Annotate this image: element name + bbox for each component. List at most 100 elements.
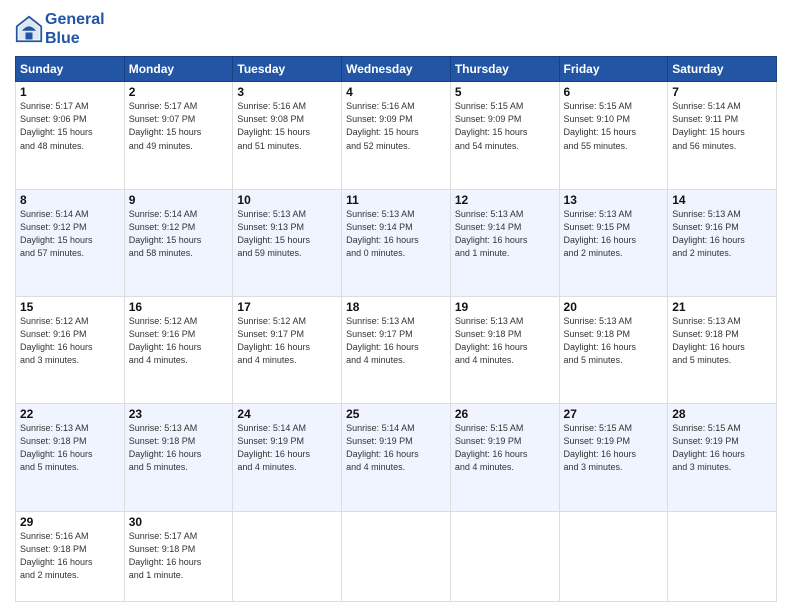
logo-text: General Blue (45, 10, 105, 48)
day-info: Sunrise: 5:12 AM Sunset: 9:17 PM Dayligh… (237, 315, 337, 367)
day-info: Sunrise: 5:13 AM Sunset: 9:18 PM Dayligh… (129, 422, 229, 474)
day-number: 9 (129, 193, 229, 207)
calendar-cell: 23Sunrise: 5:13 AM Sunset: 9:18 PM Dayli… (124, 404, 233, 511)
day-number: 20 (564, 300, 664, 314)
day-number: 8 (20, 193, 120, 207)
calendar-cell: 24Sunrise: 5:14 AM Sunset: 9:19 PM Dayli… (233, 404, 342, 511)
calendar-cell: 18Sunrise: 5:13 AM Sunset: 9:17 PM Dayli… (342, 296, 451, 403)
calendar-week-row: 22Sunrise: 5:13 AM Sunset: 9:18 PM Dayli… (16, 404, 777, 511)
calendar-cell: 14Sunrise: 5:13 AM Sunset: 9:16 PM Dayli… (668, 189, 777, 296)
calendar-cell (450, 511, 559, 602)
day-number: 17 (237, 300, 337, 314)
day-info: Sunrise: 5:13 AM Sunset: 9:18 PM Dayligh… (20, 422, 120, 474)
day-info: Sunrise: 5:13 AM Sunset: 9:14 PM Dayligh… (455, 208, 555, 260)
calendar-cell: 28Sunrise: 5:15 AM Sunset: 9:19 PM Dayli… (668, 404, 777, 511)
day-number: 10 (237, 193, 337, 207)
day-number: 5 (455, 85, 555, 99)
calendar-cell: 26Sunrise: 5:15 AM Sunset: 9:19 PM Dayli… (450, 404, 559, 511)
day-number: 27 (564, 407, 664, 421)
day-info: Sunrise: 5:13 AM Sunset: 9:18 PM Dayligh… (455, 315, 555, 367)
calendar-week-row: 15Sunrise: 5:12 AM Sunset: 9:16 PM Dayli… (16, 296, 777, 403)
calendar-cell: 5Sunrise: 5:15 AM Sunset: 9:09 PM Daylig… (450, 82, 559, 189)
weekday-header-sunday: Sunday (16, 57, 125, 82)
day-info: Sunrise: 5:16 AM Sunset: 9:09 PM Dayligh… (346, 100, 446, 152)
day-info: Sunrise: 5:15 AM Sunset: 9:19 PM Dayligh… (672, 422, 772, 474)
day-number: 14 (672, 193, 772, 207)
weekday-header-friday: Friday (559, 57, 668, 82)
day-info: Sunrise: 5:15 AM Sunset: 9:10 PM Dayligh… (564, 100, 664, 152)
calendar-cell: 12Sunrise: 5:13 AM Sunset: 9:14 PM Dayli… (450, 189, 559, 296)
day-info: Sunrise: 5:15 AM Sunset: 9:09 PM Dayligh… (455, 100, 555, 152)
day-info: Sunrise: 5:13 AM Sunset: 9:17 PM Dayligh… (346, 315, 446, 367)
calendar-cell: 2Sunrise: 5:17 AM Sunset: 9:07 PM Daylig… (124, 82, 233, 189)
day-number: 26 (455, 407, 555, 421)
day-number: 12 (455, 193, 555, 207)
day-number: 15 (20, 300, 120, 314)
calendar-week-row: 29Sunrise: 5:16 AM Sunset: 9:18 PM Dayli… (16, 511, 777, 602)
day-number: 23 (129, 407, 229, 421)
day-info: Sunrise: 5:14 AM Sunset: 9:12 PM Dayligh… (129, 208, 229, 260)
day-number: 22 (20, 407, 120, 421)
day-info: Sunrise: 5:13 AM Sunset: 9:16 PM Dayligh… (672, 208, 772, 260)
day-info: Sunrise: 5:13 AM Sunset: 9:14 PM Dayligh… (346, 208, 446, 260)
day-info: Sunrise: 5:14 AM Sunset: 9:19 PM Dayligh… (346, 422, 446, 474)
calendar-cell: 30Sunrise: 5:17 AM Sunset: 9:18 PM Dayli… (124, 511, 233, 602)
day-number: 6 (564, 85, 664, 99)
day-info: Sunrise: 5:13 AM Sunset: 9:13 PM Dayligh… (237, 208, 337, 260)
day-number: 30 (129, 515, 229, 529)
calendar-cell: 7Sunrise: 5:14 AM Sunset: 9:11 PM Daylig… (668, 82, 777, 189)
calendar-cell: 21Sunrise: 5:13 AM Sunset: 9:18 PM Dayli… (668, 296, 777, 403)
weekday-header-monday: Monday (124, 57, 233, 82)
day-info: Sunrise: 5:13 AM Sunset: 9:18 PM Dayligh… (564, 315, 664, 367)
calendar-cell: 22Sunrise: 5:13 AM Sunset: 9:18 PM Dayli… (16, 404, 125, 511)
weekday-header-wednesday: Wednesday (342, 57, 451, 82)
day-info: Sunrise: 5:13 AM Sunset: 9:18 PM Dayligh… (672, 315, 772, 367)
calendar-cell (668, 511, 777, 602)
weekday-header-saturday: Saturday (668, 57, 777, 82)
calendar-cell: 17Sunrise: 5:12 AM Sunset: 9:17 PM Dayli… (233, 296, 342, 403)
calendar-cell: 6Sunrise: 5:15 AM Sunset: 9:10 PM Daylig… (559, 82, 668, 189)
calendar-cell: 4Sunrise: 5:16 AM Sunset: 9:09 PM Daylig… (342, 82, 451, 189)
day-number: 16 (129, 300, 229, 314)
logo: General Blue (15, 10, 105, 48)
day-number: 4 (346, 85, 446, 99)
day-info: Sunrise: 5:12 AM Sunset: 9:16 PM Dayligh… (20, 315, 120, 367)
day-info: Sunrise: 5:15 AM Sunset: 9:19 PM Dayligh… (564, 422, 664, 474)
calendar-cell (233, 511, 342, 602)
calendar-cell: 15Sunrise: 5:12 AM Sunset: 9:16 PM Dayli… (16, 296, 125, 403)
day-number: 11 (346, 193, 446, 207)
day-number: 1 (20, 85, 120, 99)
day-number: 13 (564, 193, 664, 207)
calendar-cell: 25Sunrise: 5:14 AM Sunset: 9:19 PM Dayli… (342, 404, 451, 511)
calendar-cell: 3Sunrise: 5:16 AM Sunset: 9:08 PM Daylig… (233, 82, 342, 189)
calendar-table: SundayMondayTuesdayWednesdayThursdayFrid… (15, 56, 777, 602)
day-info: Sunrise: 5:17 AM Sunset: 9:07 PM Dayligh… (129, 100, 229, 152)
calendar-cell: 9Sunrise: 5:14 AM Sunset: 9:12 PM Daylig… (124, 189, 233, 296)
calendar-cell: 19Sunrise: 5:13 AM Sunset: 9:18 PM Dayli… (450, 296, 559, 403)
day-info: Sunrise: 5:16 AM Sunset: 9:08 PM Dayligh… (237, 100, 337, 152)
day-number: 25 (346, 407, 446, 421)
calendar-cell: 1Sunrise: 5:17 AM Sunset: 9:06 PM Daylig… (16, 82, 125, 189)
day-info: Sunrise: 5:16 AM Sunset: 9:18 PM Dayligh… (20, 530, 120, 582)
page: General Blue SundayMondayTuesdayWednesda… (0, 0, 792, 612)
calendar-cell: 11Sunrise: 5:13 AM Sunset: 9:14 PM Dayli… (342, 189, 451, 296)
day-info: Sunrise: 5:13 AM Sunset: 9:15 PM Dayligh… (564, 208, 664, 260)
calendar-cell: 20Sunrise: 5:13 AM Sunset: 9:18 PM Dayli… (559, 296, 668, 403)
day-number: 29 (20, 515, 120, 529)
calendar-week-row: 8 Sunrise: 5:14 AM Sunset: 9:12 PM Daylig… (16, 189, 777, 296)
weekday-header-tuesday: Tuesday (233, 57, 342, 82)
calendar-cell: 8Sunrise: 5:14 AM Sunset: 9:12 PM Daylig… (16, 189, 125, 296)
day-info: Sunrise: 5:14 AM Sunset: 9:11 PM Dayligh… (672, 100, 772, 152)
header: General Blue (15, 10, 777, 48)
day-info: Sunrise: 5:17 AM Sunset: 9:06 PM Dayligh… (20, 100, 120, 152)
day-number: 24 (237, 407, 337, 421)
day-number: 18 (346, 300, 446, 314)
calendar-cell: 29Sunrise: 5:16 AM Sunset: 9:18 PM Dayli… (16, 511, 125, 602)
calendar-week-row: 1Sunrise: 5:17 AM Sunset: 9:06 PM Daylig… (16, 82, 777, 189)
calendar-cell (342, 511, 451, 602)
day-info: Sunrise: 5:14 AM Sunset: 9:19 PM Dayligh… (237, 422, 337, 474)
calendar-header-row: SundayMondayTuesdayWednesdayThursdayFrid… (16, 57, 777, 82)
day-number: 21 (672, 300, 772, 314)
day-info: Sunrise: 5:15 AM Sunset: 9:19 PM Dayligh… (455, 422, 555, 474)
weekday-header-thursday: Thursday (450, 57, 559, 82)
